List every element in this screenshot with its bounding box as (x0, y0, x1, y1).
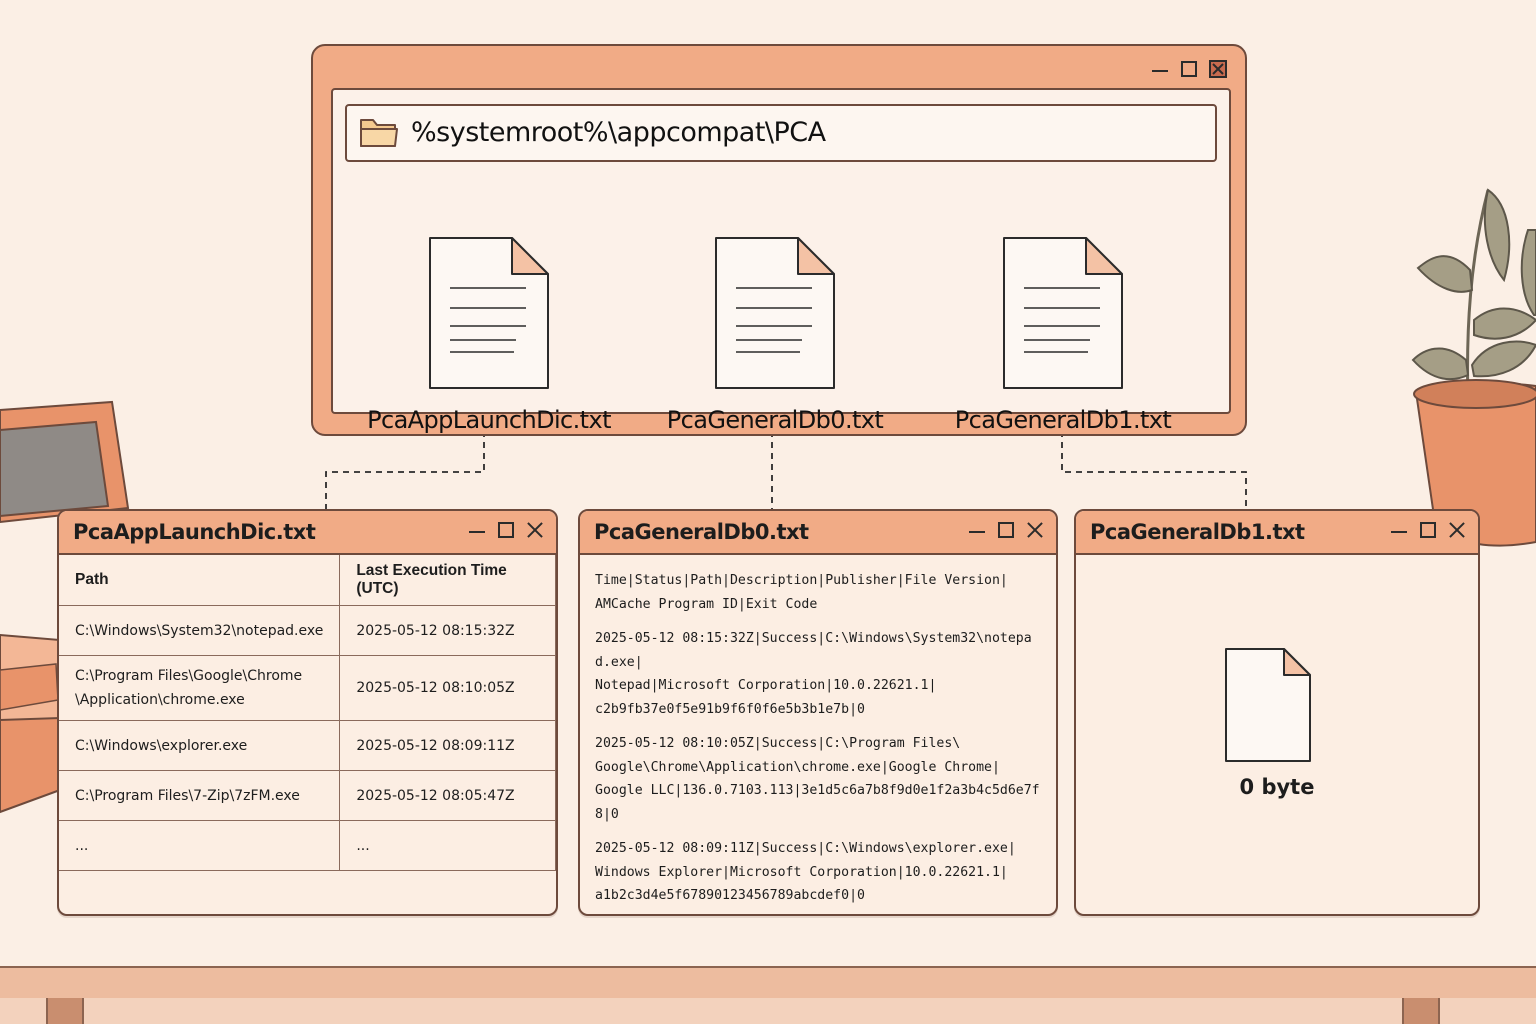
document-icon (1003, 237, 1123, 389)
cell-path: C:\Program Files\7-Zip\7zFM.exe (59, 770, 341, 821)
plant-illustration (1411, 188, 1536, 547)
log-entry: 2025-05-12 08:10:05Z|Success|C:\Program … (595, 736, 1040, 822)
empty-document-icon (1225, 648, 1311, 762)
cell-time: 2025-05-12 08:10:05Z (339, 655, 556, 721)
file-item-launch-dic[interactable]: PcaAppLaunchDic.txt (359, 236, 619, 434)
window-titlebar[interactable]: PcaGeneralDb1.txt (1076, 511, 1478, 555)
window-title: PcaGeneralDb1.txt (1090, 520, 1305, 544)
maximize-icon[interactable] (498, 522, 514, 538)
minimize-icon[interactable] (468, 521, 486, 539)
cell-path: C:\Windows\System32\notepad.exe (59, 605, 341, 656)
table-row[interactable]: C:\Program Files\Google\Chrome \Applicat… (59, 655, 556, 721)
maximize-icon[interactable] (1181, 61, 1197, 77)
table-header-row: Path Last Execution Time (UTC) (59, 555, 556, 606)
window-titlebar[interactable]: PcaAppLaunchDic.txt (59, 511, 556, 555)
file-name: PcaAppLaunchDic.txt (367, 406, 611, 434)
close-icon[interactable] (1209, 60, 1227, 78)
document-icon (429, 237, 549, 389)
window-controls (968, 521, 1044, 539)
desk-leg-right (1402, 998, 1440, 1024)
address-path: %systemroot%\appcompat\PCA (411, 117, 826, 148)
address-bar[interactable]: %systemroot%\appcompat\PCA (345, 104, 1217, 162)
close-icon[interactable] (1026, 521, 1044, 539)
explorer-window-controls (1151, 60, 1227, 78)
cell-path: ... (59, 820, 341, 871)
folder-icon (360, 119, 398, 147)
file-item-general-db1[interactable]: PcaGeneralDb1.txt (933, 236, 1193, 434)
cell-time: 2025-05-12 08:05:47Z (339, 770, 556, 821)
desk-leg-left (46, 998, 84, 1024)
close-icon[interactable] (1448, 521, 1466, 539)
explorer-window: %systemroot%\appcompat\PCA PcaAppLaunchD… (311, 44, 1247, 436)
log-entry: 2025-05-12 08:09:11Z|Success|C:\Windows\… (595, 841, 1016, 903)
log-header: Time|Status|Path|Description|Publisher|F… (595, 573, 1008, 612)
file-name: PcaGeneralDb0.txt (666, 406, 884, 434)
general-db1-window: PcaGeneralDb1.txt 0 byte (1074, 509, 1480, 916)
launch-table: Path Last Execution Time (UTC) C:\Window… (59, 555, 556, 871)
close-icon[interactable] (526, 521, 544, 539)
cell-time: ... (339, 820, 556, 871)
window-titlebar[interactable]: PcaGeneralDb0.txt (580, 511, 1056, 555)
launch-dic-window: PcaAppLaunchDic.txt Path Last Execution … (57, 509, 558, 916)
log-content: Time|Status|Path|Description|Publisher|F… (595, 569, 1046, 914)
maximize-icon[interactable] (998, 522, 1014, 538)
log-entry: 2025-05-12 08:15:32Z|Success|C:\Windows\… (595, 631, 1032, 717)
file-item-general-db0[interactable]: PcaGeneralDb0.txt (645, 236, 905, 434)
file-size-label: 0 byte (1239, 775, 1315, 799)
column-header-path: Path (59, 555, 341, 606)
table-row[interactable]: C:\Program Files\7-Zip\7zFM.exe 2025-05-… (59, 770, 556, 821)
cell-time: 2025-05-12 08:09:11Z (339, 720, 556, 771)
general-db0-window: PcaGeneralDb0.txt Time|Status|Path|Descr… (578, 509, 1058, 916)
table-row[interactable]: C:\Windows\explorer.exe 2025-05-12 08:09… (59, 720, 556, 771)
minimize-icon[interactable] (968, 521, 986, 539)
column-header-time: Last Execution Time (UTC) (339, 555, 556, 606)
window-title: PcaGeneralDb0.txt (594, 520, 809, 544)
minimize-icon[interactable] (1390, 521, 1408, 539)
maximize-icon[interactable] (1420, 522, 1436, 538)
document-icon (715, 237, 835, 389)
cell-time: 2025-05-12 08:15:32Z (339, 605, 556, 656)
window-controls (468, 521, 544, 539)
desk-front (0, 998, 1536, 1024)
minimize-icon[interactable] (1151, 60, 1169, 78)
file-name: PcaGeneralDb1.txt (954, 406, 1172, 434)
window-title: PcaAppLaunchDic.txt (73, 520, 316, 544)
table-row[interactable]: C:\Windows\System32\notepad.exe 2025-05-… (59, 605, 556, 656)
table-row[interactable]: ... ... (59, 820, 556, 871)
desk-top (0, 966, 1536, 1000)
explorer-content: %systemroot%\appcompat\PCA PcaAppLaunchD… (331, 88, 1231, 434)
window-controls (1390, 521, 1466, 539)
cell-path: C:\Windows\explorer.exe (59, 720, 341, 771)
cell-path: C:\Program Files\Google\Chrome \Applicat… (59, 655, 341, 721)
